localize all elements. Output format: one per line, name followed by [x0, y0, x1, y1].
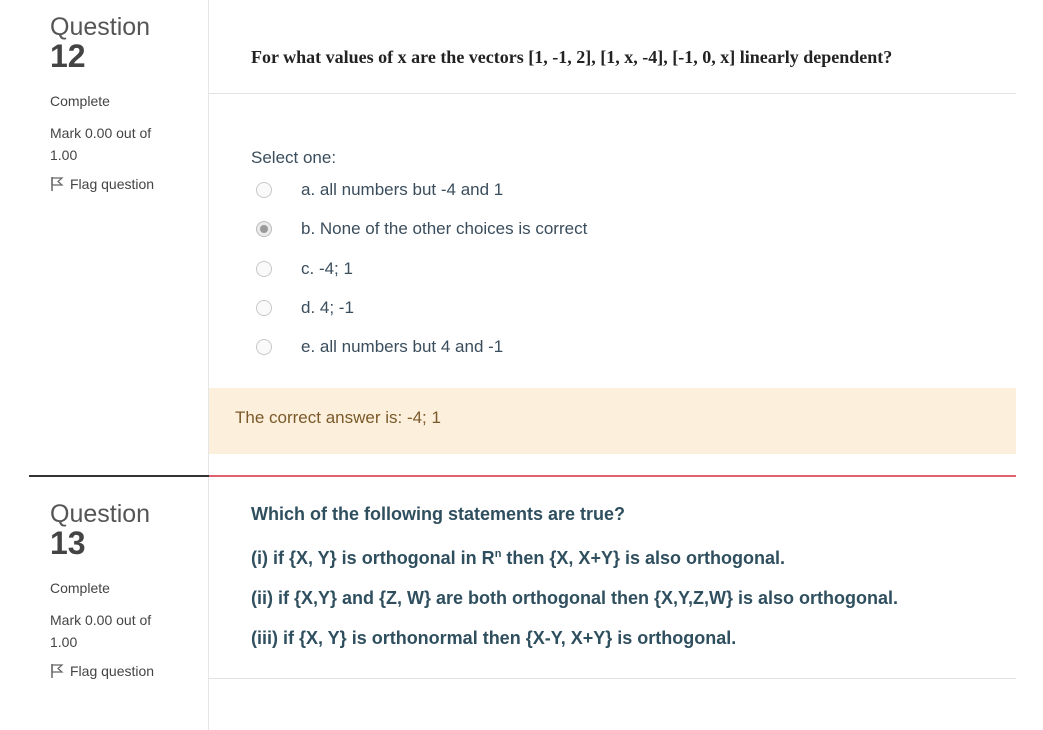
answer-option-a-label: a. all numbers but -4 and 1: [301, 180, 504, 199]
question-divider-left: [29, 475, 209, 477]
flag-question-button[interactable]: Flag question: [50, 176, 200, 192]
question-13-line-3: (ii) if {X,Y} and {Z, W} are both orthog…: [251, 588, 899, 608]
correct-answer-text: The correct answer is: -4; 1: [235, 408, 441, 427]
answer-option-b[interactable]: b. None of the other choices is correct: [256, 219, 587, 238]
question-separator: [209, 93, 1016, 94]
radio-option-d[interactable]: [256, 300, 272, 316]
radio-option-a[interactable]: [256, 182, 272, 198]
question-number: 12: [50, 38, 86, 74]
question-number: 13: [50, 525, 86, 561]
flag-question-label: Flag question: [70, 663, 155, 679]
radio-option-b[interactable]: [256, 221, 272, 237]
answer-option-d[interactable]: d. 4; -1: [256, 298, 354, 317]
answer-option-d-label: d. 4; -1: [301, 298, 354, 317]
question-12-text: For what values of x are the vectors [1,…: [251, 47, 893, 67]
flag-icon: [51, 177, 64, 191]
answer-option-e[interactable]: e. all numbers but 4 and -1: [256, 337, 503, 356]
mark-line-2: 1.00: [50, 147, 78, 163]
line-2-start: (i) if {X, Y} is orthogonal in R: [251, 548, 495, 568]
question-13-text: Which of the following statements are tr…: [251, 494, 898, 658]
flag-icon: [51, 664, 64, 678]
question-13-line-4: (iii) if {X, Y} is orthonormal then {X-Y…: [251, 628, 737, 648]
flag-question-button[interactable]: Flag question: [50, 663, 200, 679]
question-state: Complete: [50, 580, 110, 596]
select-one-prompt: Select one:: [251, 148, 337, 167]
radio-option-e[interactable]: [256, 339, 272, 355]
flag-question-label: Flag question: [70, 176, 155, 192]
answer-option-c[interactable]: c. -4; 1: [256, 259, 353, 278]
answer-option-e-label: e. all numbers but 4 and -1: [301, 337, 504, 356]
question-divider-right: [209, 475, 1016, 477]
question-12-info: Question 12 Complete Mark 0.00 out of 1.…: [50, 14, 200, 192]
line-2-end: then {X, X+Y} is also orthogonal.: [501, 548, 785, 568]
mark-line-2: 1.00: [50, 634, 78, 650]
question-label: Question: [50, 500, 151, 528]
question-13-info: Question 13 Complete Mark 0.00 out of 1.…: [50, 501, 200, 679]
question-label: Question: [50, 13, 151, 41]
answer-option-c-label: c. -4; 1: [301, 259, 353, 278]
answer-option-a[interactable]: a. all numbers but -4 and 1: [256, 180, 503, 199]
mark-line-1: Mark 0.00 out of: [50, 612, 152, 628]
question-separator: [209, 678, 1016, 679]
answer-option-b-label: b. None of the other choices is correct: [301, 219, 588, 238]
column-divider: [208, 0, 209, 730]
question-13-line-1: Which of the following statements are tr…: [251, 504, 626, 524]
question-13-line-2: (i) if {X, Y} is orthogonal in Rn then {…: [251, 534, 898, 578]
question-state: Complete: [50, 93, 110, 109]
feedback-panel: The correct answer is: -4; 1: [209, 388, 1016, 454]
radio-option-c[interactable]: [256, 261, 272, 277]
mark-line-1: Mark 0.00 out of: [50, 125, 152, 141]
